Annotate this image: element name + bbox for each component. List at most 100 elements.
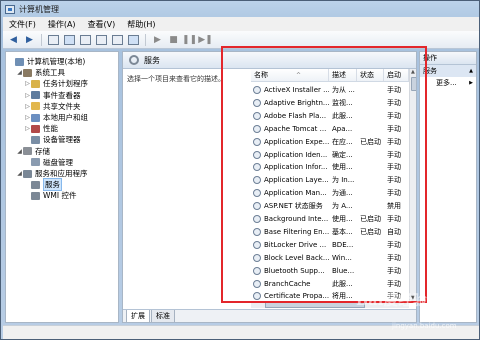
- collapse-arrow-icon: ▲: [469, 68, 473, 74]
- service-row[interactable]: Bluetooth Supp... Blue... 手动: [251, 264, 409, 278]
- service-desc-cell: 使用...: [332, 163, 353, 172]
- stop-service-icon[interactable]: ■: [167, 33, 180, 46]
- service-row[interactable]: Background Inte... 使用... 已启动 手动: [251, 212, 409, 226]
- back-icon[interactable]: ◀: [7, 33, 20, 46]
- menu-file[interactable]: 文件(F): [3, 19, 42, 30]
- expand-arrow-icon[interactable]: ▷: [24, 114, 31, 121]
- service-row[interactable]: Block Level Back... Win... 手动: [251, 251, 409, 265]
- export-button[interactable]: [95, 33, 108, 46]
- tree-item[interactable]: 服务: [24, 178, 62, 192]
- tree-item[interactable]: ▷ 共享文件夹: [24, 101, 80, 112]
- service-row[interactable]: Base Filtering En... 基本... 已启动 自动: [251, 225, 409, 239]
- service-startup-cell: 手动: [387, 150, 401, 159]
- properties-button[interactable]: [127, 33, 140, 46]
- list-header: 名称 ^ 描述 状态 启动: [251, 69, 409, 82]
- service-name-cell: Apache Tomcat ...: [251, 124, 329, 133]
- service-gear-icon: [253, 150, 261, 159]
- service-gear-icon: [253, 227, 261, 236]
- service-row[interactable]: BitLocker Drive ... BDE... 手动: [251, 238, 409, 252]
- service-startup-cell: 手动: [387, 189, 401, 198]
- service-startup-cell: 手动: [387, 163, 401, 172]
- service-row[interactable]: Application Expe... 在应... 已启动 手动: [251, 135, 409, 149]
- scroll-thumb[interactable]: [411, 77, 416, 91]
- tree-item[interactable]: ▷ 性能: [24, 123, 58, 134]
- tab-standard[interactable]: 标准: [151, 310, 175, 322]
- service-desc-cell: 为 A...: [332, 202, 353, 211]
- help-button[interactable]: [111, 33, 124, 46]
- toolbar: ◀ ▶ ▶ ■ ❚❚ ▶❚: [3, 31, 479, 49]
- up-folder-button[interactable]: [47, 33, 60, 46]
- actions-more[interactable]: 更多... ▶: [420, 77, 476, 89]
- column-startup-header[interactable]: 启动: [384, 69, 409, 81]
- tree-item[interactable]: ▷ 本地用户和组: [24, 112, 88, 123]
- restart-service-icon[interactable]: ▶❚: [198, 33, 212, 46]
- service-gear-icon: [253, 124, 261, 133]
- start-service-icon[interactable]: ▶: [151, 33, 164, 46]
- console-tree: 计算机管理(本地) ◢ 系统工具 ▷ 任务计划程序 ▷ 事件查看器 ▷ 共享文件夹 ▷ 本地用户和组…: [5, 51, 119, 323]
- forward-icon[interactable]: ▶: [23, 33, 36, 46]
- column-desc-header[interactable]: 描述: [329, 69, 357, 81]
- expand-arrow-icon[interactable]: ▷: [24, 125, 31, 132]
- tree-item[interactable]: 计算机管理(本地): [8, 56, 85, 67]
- tree-item[interactable]: ◢ 系统工具: [16, 67, 65, 78]
- service-name-cell: Adobe Flash Pla...: [251, 111, 329, 120]
- service-gear-icon: [253, 176, 261, 185]
- services-apps-icon: [23, 169, 32, 178]
- service-name: Certificate Propa...: [264, 292, 329, 301]
- service-gear-icon: [253, 292, 261, 301]
- column-name-header[interactable]: 名称 ^: [251, 69, 329, 81]
- refresh-icon: [80, 34, 91, 45]
- expand-arrow-icon[interactable]: ◢: [16, 69, 23, 76]
- service-gear-icon: [253, 279, 261, 288]
- tree-item-label: WMI 控件: [43, 191, 77, 201]
- service-row[interactable]: ASP.NET 状态服务为 A... 禁用: [251, 199, 409, 213]
- service-row[interactable]: Application Infor... 使用... 手动: [251, 160, 409, 174]
- view-tabs: 扩展 标准: [123, 309, 416, 322]
- tree-item-label: 事件查看器: [43, 90, 81, 100]
- tree-item[interactable]: ◢ 存储: [16, 146, 50, 157]
- service-name-cell: Block Level Back...: [251, 253, 329, 262]
- service-row[interactable]: Application Laye... 为 In... 手动: [251, 173, 409, 187]
- column-status-header[interactable]: 状态: [357, 69, 384, 81]
- service-row[interactable]: Apache Tomcat ... Apa... 手动: [251, 122, 409, 136]
- service-row[interactable]: Application Man... 为通... 手动: [251, 186, 409, 200]
- service-gear-icon: [253, 98, 261, 107]
- service-name: Application Laye...: [264, 176, 329, 185]
- pause-service-icon[interactable]: ❚❚: [182, 33, 197, 46]
- show-tree-button[interactable]: [63, 33, 76, 46]
- tree-item[interactable]: WMI 控件: [24, 190, 76, 201]
- service-desc-cell: Apa...: [332, 124, 353, 133]
- expand-arrow-icon[interactable]: ▷: [24, 103, 31, 110]
- column-name-label: 名称: [254, 71, 268, 79]
- gear-icon: [31, 180, 40, 189]
- service-row[interactable]: Adaptive Brightn... 监视... 手动: [251, 96, 409, 110]
- menu-help[interactable]: 帮助(H): [121, 19, 161, 30]
- service-startup-cell: 手动: [387, 176, 401, 185]
- tree-item[interactable]: 磁盘管理: [24, 157, 73, 168]
- actions-group-services[interactable]: 服务 ▲: [420, 65, 476, 77]
- scroll-up-icon[interactable]: ▲: [411, 69, 415, 75]
- expand-arrow-icon[interactable]: ▷: [24, 92, 31, 99]
- service-row[interactable]: ActiveX Installer ... 为从 ... 手动: [251, 83, 409, 97]
- service-description: 选择一个项目来查看它的描述。: [127, 75, 225, 83]
- service-name: Bluetooth Supp...: [264, 266, 325, 275]
- hscroll-thumb[interactable]: [265, 302, 365, 308]
- service-row[interactable]: Application Iden... 确定... 手动: [251, 148, 409, 162]
- menu-action[interactable]: 操作(A): [42, 19, 82, 30]
- menu-view[interactable]: 查看(V): [82, 19, 122, 30]
- service-row[interactable]: Adobe Flash Pla... 此服... 手动: [251, 109, 409, 123]
- tree-item-label: 性能: [43, 124, 58, 134]
- tree-item[interactable]: ▷ 事件查看器: [24, 90, 81, 101]
- service-desc-cell: 监视...: [332, 98, 353, 107]
- tree-item[interactable]: ▷ 任务计划程序: [24, 78, 88, 89]
- expand-arrow-icon[interactable]: ▷: [24, 80, 31, 87]
- service-row[interactable]: BranchCache 此服... 手动: [251, 277, 409, 291]
- tree-item[interactable]: 设备管理器: [24, 134, 81, 145]
- service-name-cell: Bluetooth Supp...: [251, 266, 329, 275]
- refresh-button[interactable]: [79, 33, 92, 46]
- expand-arrow-icon[interactable]: ◢: [16, 170, 23, 177]
- vertical-scrollbar[interactable]: ▲ ▼: [409, 69, 416, 301]
- tree-item-label: 服务: [43, 178, 62, 192]
- tab-extended[interactable]: 扩展: [126, 310, 150, 322]
- expand-arrow-icon[interactable]: ◢: [16, 148, 23, 155]
